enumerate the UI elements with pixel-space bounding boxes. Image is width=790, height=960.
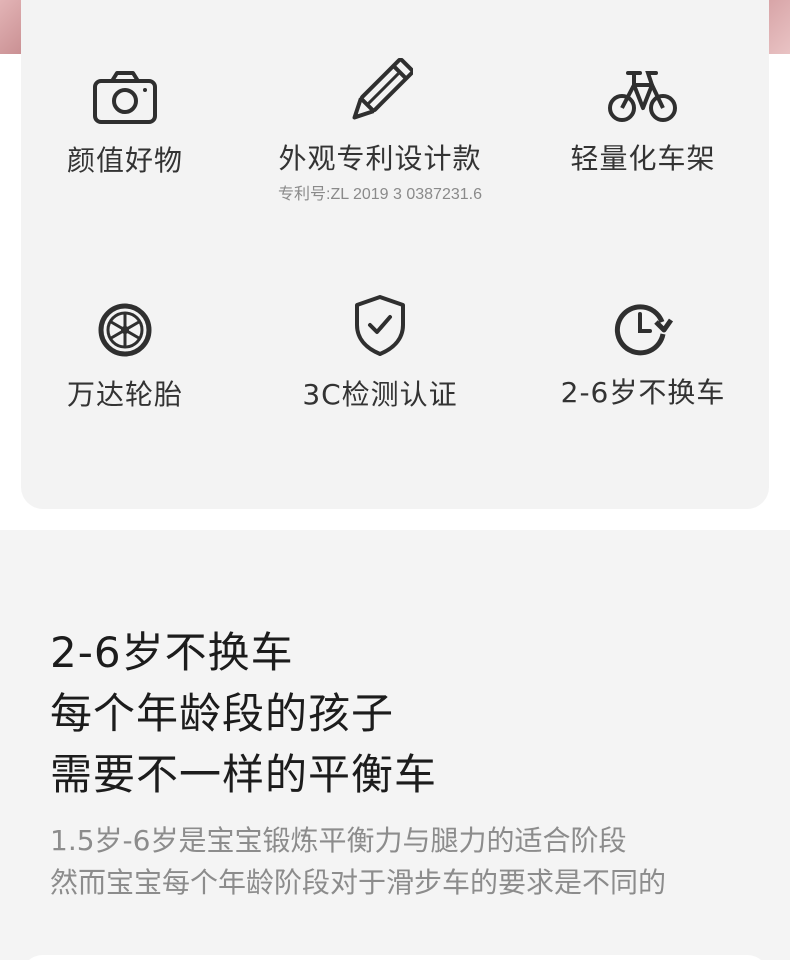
shield-check-icon	[355, 295, 405, 356]
feature-item-tire: 万达轮胎	[0, 302, 250, 412]
feature-item-appearance: 颜值好物	[0, 70, 250, 178]
feature-item-age-range: 2-6岁不换车	[518, 300, 768, 410]
next-card	[21, 955, 769, 960]
feature-label: 轻量化车架	[570, 142, 716, 175]
feature-item-patent: 外观专利设计款 专利号:ZL 2019 3 0387231.6	[255, 58, 505, 204]
intro-section: 2-6岁不换车 每个年龄段的孩子 需要不一样的平衡车 1.5岁-6岁是宝宝锻炼平…	[0, 530, 790, 960]
camera-icon	[93, 71, 157, 124]
description-line: 然而宝宝每个年龄阶段对于滑步车的要求是不同的	[50, 866, 667, 899]
features-card: 颜值好物 外观专利设计款 专利号:ZL 2019 3 0387231.6 轻量化…	[21, 0, 769, 509]
bicycle-icon	[608, 71, 677, 122]
pencil-icon	[352, 58, 413, 120]
feature-label: 颜值好物	[66, 144, 183, 177]
description: 1.5岁-6岁是宝宝锻炼平衡力与腿力的适合阶段 然而宝宝每个年龄阶段对于滑步车的…	[50, 820, 666, 904]
feature-label: 外观专利设计款	[278, 142, 482, 175]
product-photo-edge-right	[766, 0, 790, 54]
feature-item-certification: 3C检测认证	[255, 294, 505, 412]
clock-icon	[614, 304, 674, 356]
headline: 2-6岁不换车 每个年龄段的孩子 需要不一样的平衡车	[50, 622, 437, 805]
feature-item-frame: 轻量化车架	[518, 68, 768, 176]
headline-line: 2-6岁不换车	[50, 628, 294, 677]
feature-label: 3C检测认证	[302, 378, 458, 411]
headline-line: 每个年龄段的孩子	[50, 689, 395, 738]
feature-label: 2-6岁不换车	[560, 376, 726, 409]
headline-line: 需要不一样的平衡车	[50, 750, 438, 799]
feature-label: 万达轮胎	[66, 378, 183, 411]
description-line: 1.5岁-6岁是宝宝锻炼平衡力与腿力的适合阶段	[50, 824, 627, 857]
wheel-icon	[98, 303, 152, 357]
patent-number: 专利号:ZL 2019 3 0387231.6	[278, 186, 482, 203]
